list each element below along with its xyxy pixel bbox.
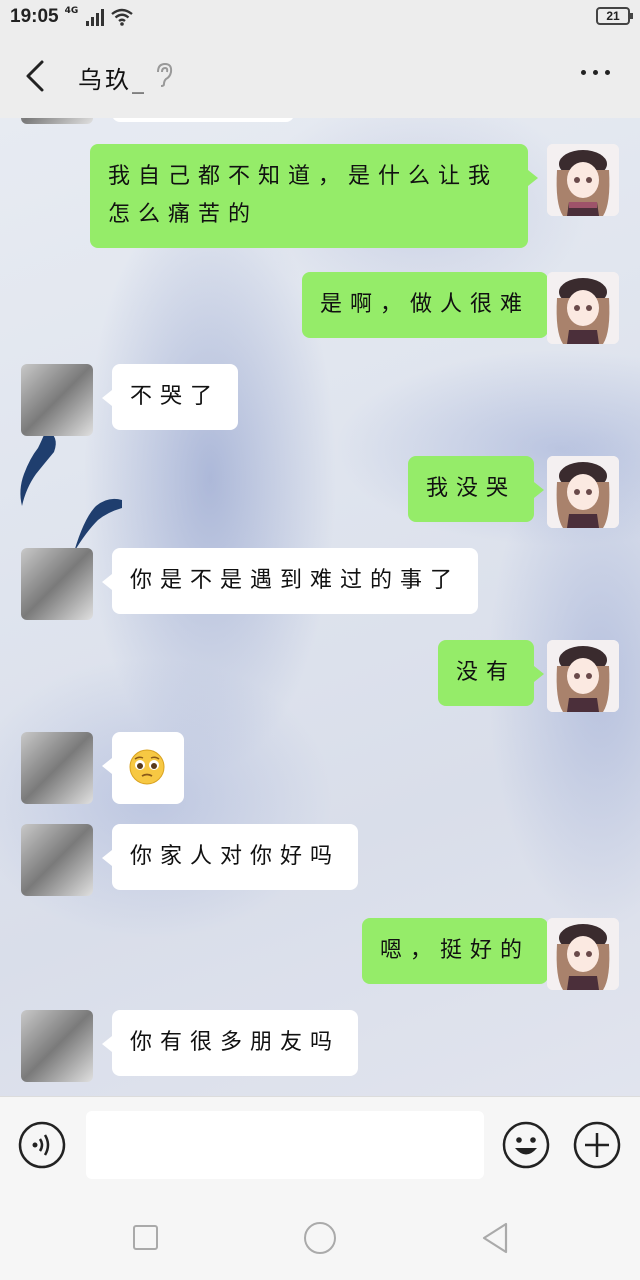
system-nav-bar [0, 1192, 640, 1280]
network-type: 4G [64, 6, 79, 16]
my-avatar[interactable] [547, 144, 619, 216]
my-avatar-image [547, 918, 619, 990]
contact-avatar[interactable] [21, 548, 93, 620]
signal-icon [86, 8, 105, 26]
status-bar: 19:05 4G 21 [0, 0, 640, 34]
voice-icon[interactable] [18, 1121, 66, 1169]
contact-avatar[interactable] [21, 118, 93, 124]
emoji-icon[interactable] [502, 1121, 550, 1169]
my-avatar[interactable] [547, 456, 619, 528]
chat-header: 乌玖_ [0, 34, 640, 118]
pleading-face-icon [129, 749, 165, 785]
message-bubble-received[interactable]: 你是不是遇到难过的事了 [101, 548, 479, 614]
message-bubble-sent[interactable]: 我自己都不知道，是什么让我怎么痛苦的 [90, 144, 538, 248]
my-avatar-image [547, 456, 619, 528]
message-input[interactable] [86, 1111, 484, 1179]
message-bubble-sent[interactable]: 我没哭 [408, 456, 545, 522]
chat-area[interactable]: 我自己都不知道，是什么让我怎么痛苦的 是啊，做人很难 不哭了 我没哭 你是不是遇… [0, 118, 640, 1096]
contact-avatar[interactable] [21, 1010, 93, 1082]
wifi-icon [111, 8, 134, 26]
message-bubble-received[interactable]: 不哭了 [101, 364, 239, 430]
message-bubble-sent[interactable]: 嗯，挺好的 [362, 918, 559, 984]
my-avatar[interactable] [547, 640, 619, 712]
my-avatar-image [547, 144, 619, 216]
input-bar [0, 1096, 640, 1192]
my-avatar-image [547, 272, 619, 344]
brush-stroke-decoration [74, 498, 122, 552]
chevron-left-icon[interactable] [18, 56, 52, 96]
plus-icon[interactable] [573, 1121, 621, 1169]
back-triangle-icon[interactable] [480, 1221, 510, 1255]
ear-icon [157, 62, 173, 87]
my-avatar-image [547, 640, 619, 712]
contact-avatar[interactable] [21, 732, 93, 804]
message-bubble-partial [112, 118, 294, 122]
message-bubble-sent[interactable]: 没有 [438, 640, 545, 706]
message-bubble-received[interactable] [102, 732, 184, 804]
message-bubble-received[interactable]: 你家人对你好吗 [101, 824, 359, 890]
recent-apps-icon[interactable] [133, 1225, 158, 1250]
my-avatar[interactable] [547, 918, 619, 990]
my-avatar[interactable] [547, 272, 619, 344]
message-bubble-received[interactable]: 你有很多朋友吗 [101, 1010, 359, 1076]
contact-avatar[interactable] [21, 364, 93, 436]
status-time: 19:05 [10, 6, 59, 27]
message-bubble-sent[interactable]: 是啊，做人很难 [302, 272, 559, 338]
more-dots-icon[interactable] [581, 70, 610, 75]
contact-avatar[interactable] [21, 824, 93, 896]
battery-indicator: 21 [596, 7, 633, 25]
home-icon[interactable] [304, 1222, 336, 1254]
brush-stroke-decoration [20, 430, 56, 506]
chat-title: 乌玖_ [78, 66, 147, 94]
